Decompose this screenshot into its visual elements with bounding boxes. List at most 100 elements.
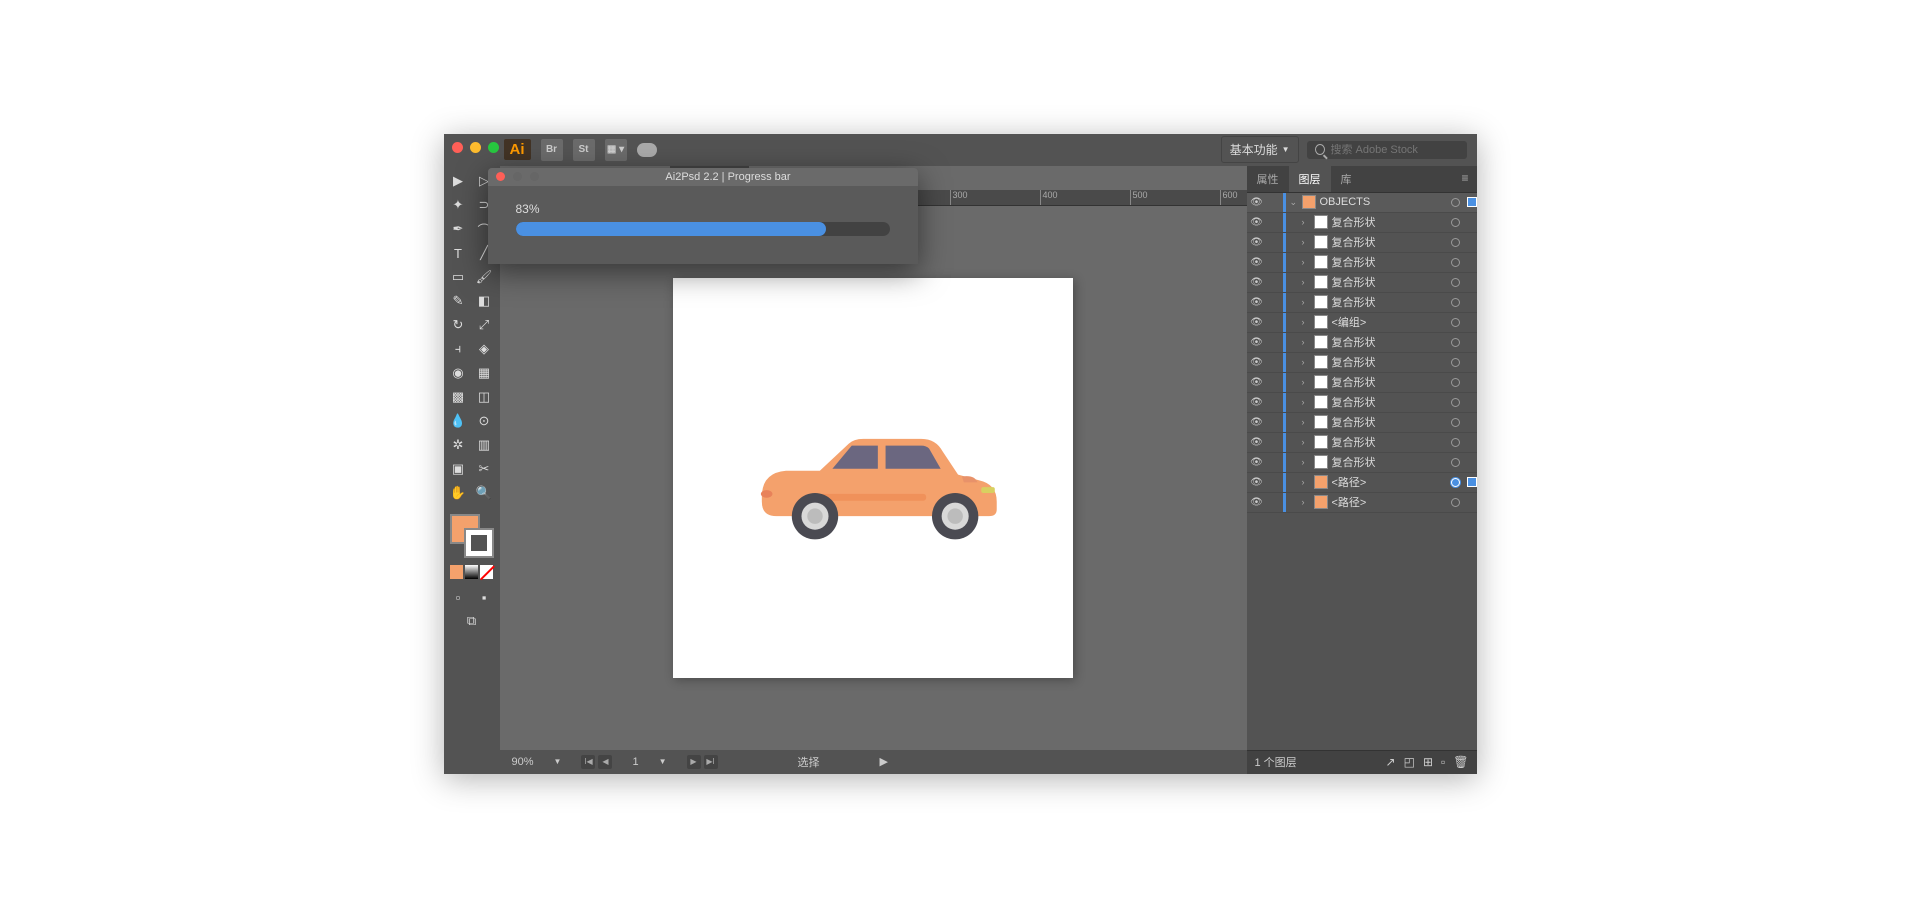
hand-tool[interactable]: ✋ (446, 482, 471, 505)
visibility-icon[interactable]: 👁 (1247, 277, 1267, 288)
type-tool[interactable]: T (446, 242, 471, 265)
tab-layers[interactable]: 图层 (1289, 166, 1331, 192)
expand-arrow-icon[interactable]: › (1302, 337, 1314, 347)
maximize-window-button[interactable] (488, 142, 499, 153)
cloud-sync-icon[interactable] (637, 143, 657, 157)
layer-row[interactable]: 👁›复合形状 (1247, 433, 1477, 453)
stock-search-input[interactable] (1331, 144, 1459, 156)
bridge-icon[interactable]: Br (541, 139, 563, 161)
layer-name[interactable]: OBJECTS (1320, 196, 1451, 208)
layer-name[interactable]: 复合形状 (1332, 334, 1451, 350)
layer-row[interactable]: 👁 › 复合形状 (1247, 253, 1477, 273)
slice-tool[interactable]: ✂ (472, 458, 497, 481)
layer-row-parent[interactable]: 👁 ⌄ OBJECTS (1247, 193, 1477, 213)
none-mode-icon[interactable] (480, 565, 493, 579)
visibility-icon[interactable]: 👁 (1247, 257, 1267, 268)
visibility-icon[interactable]: 👁 (1247, 377, 1267, 388)
visibility-icon[interactable]: 👁 (1247, 317, 1267, 328)
dialog-close-button[interactable] (496, 172, 505, 181)
screen-mode-full[interactable]: ▪ (472, 586, 497, 609)
selection-tool[interactable]: ▶ (446, 170, 471, 193)
target-icon[interactable] (1451, 418, 1467, 427)
target-icon[interactable] (1451, 338, 1467, 347)
visibility-icon[interactable]: 👁 (1247, 497, 1267, 508)
visibility-icon[interactable]: 👁 (1247, 337, 1267, 348)
layer-row[interactable]: 👁 › <路径> (1247, 493, 1477, 513)
expand-arrow-icon[interactable]: › (1302, 437, 1314, 447)
new-layer-icon[interactable]: ▫ (1441, 755, 1445, 769)
target-icon[interactable] (1451, 218, 1467, 227)
layer-name[interactable]: 复合形状 (1332, 274, 1451, 290)
expand-arrow-icon[interactable]: › (1302, 317, 1314, 327)
target-icon[interactable] (1451, 398, 1467, 407)
shaper-tool[interactable]: ✎ (446, 290, 471, 313)
tab-properties[interactable]: 属性 (1247, 166, 1289, 192)
layer-row[interactable]: 👁›<路径> (1247, 473, 1477, 493)
visibility-icon[interactable]: 👁 (1247, 457, 1267, 468)
visibility-icon[interactable]: 👁 (1247, 197, 1267, 208)
expand-arrow-icon[interactable]: › (1302, 277, 1314, 287)
zoom-tool[interactable]: 🔍 (472, 482, 497, 505)
color-mode-icon[interactable] (450, 565, 463, 579)
layer-name[interactable]: 复合形状 (1332, 374, 1451, 390)
eraser-tool[interactable]: ◧ (472, 290, 497, 313)
layer-row[interactable]: 👁 › <编组> (1247, 313, 1477, 333)
tab-libraries[interactable]: 库 (1331, 166, 1362, 192)
canvas-viewport[interactable] (500, 206, 1247, 750)
layer-name[interactable]: 复合形状 (1332, 414, 1451, 430)
fill-stroke-swatch[interactable] (446, 514, 498, 562)
expand-arrow-icon[interactable]: › (1302, 377, 1314, 387)
expand-arrow-icon[interactable]: › (1302, 497, 1314, 507)
stock-search[interactable] (1307, 141, 1467, 159)
workspace-selector[interactable]: 基本功能 ▼ (1221, 136, 1299, 163)
collapse-arrow-icon[interactable]: ⌄ (1290, 197, 1302, 208)
layer-row[interactable]: 👁 › 复合形状 (1247, 333, 1477, 353)
screen-mode-normal[interactable]: ▫ (446, 586, 471, 609)
panel-menu-icon[interactable]: ≡ (1453, 166, 1476, 192)
target-icon[interactable] (1451, 238, 1467, 247)
expand-arrow-icon[interactable]: › (1302, 357, 1314, 367)
graph-tool[interactable]: ▥ (472, 434, 497, 457)
mesh-tool[interactable]: ▩ (446, 386, 471, 409)
target-icon[interactable] (1451, 358, 1467, 367)
layer-row[interactable]: 👁›复合形状 (1247, 453, 1477, 473)
paintbrush-tool[interactable]: 🖌 (472, 266, 497, 289)
perspective-tool[interactable]: ▦ (472, 362, 497, 385)
delete-layer-icon[interactable]: 🗑 (1453, 755, 1468, 769)
expand-arrow-icon[interactable]: › (1302, 477, 1314, 487)
width-tool[interactable]: ⫞ (446, 338, 471, 361)
layer-name[interactable]: 复合形状 (1332, 214, 1451, 230)
layer-name[interactable]: 复合形状 (1332, 434, 1451, 450)
make-clipping-mask-icon[interactable]: ◰ (1404, 755, 1415, 769)
target-icon[interactable] (1451, 438, 1467, 447)
target-icon[interactable] (1451, 258, 1467, 267)
target-icon[interactable] (1451, 378, 1467, 387)
target-icon[interactable] (1451, 498, 1467, 507)
pen-tool[interactable]: ✒ (446, 218, 471, 241)
expand-arrow-icon[interactable]: › (1302, 257, 1314, 267)
layer-name[interactable]: 复合形状 (1332, 254, 1451, 270)
shape-builder-tool[interactable]: ◉ (446, 362, 471, 385)
progress-titlebar[interactable]: Ai2Psd 2.2 | Progress bar (488, 168, 918, 186)
visibility-icon[interactable]: 👁 (1247, 477, 1267, 488)
first-artboard-button[interactable]: I◀ (581, 755, 595, 769)
layer-row[interactable]: 👁›复合形状 (1247, 393, 1477, 413)
prev-artboard-button[interactable]: ◀ (598, 755, 612, 769)
layer-row[interactable]: 👁›复合形状 (1247, 233, 1477, 253)
locate-object-icon[interactable]: ↗ (1386, 755, 1396, 769)
layer-name[interactable]: <编组> (1332, 314, 1451, 330)
minimize-window-button[interactable] (470, 142, 481, 153)
layer-name[interactable]: <路径> (1332, 494, 1451, 510)
screen-mode-toggle[interactable]: ⧉ (446, 610, 498, 633)
layer-row[interactable]: 👁 › 复合形状 (1247, 353, 1477, 373)
target-icon[interactable] (1451, 318, 1467, 327)
visibility-icon[interactable]: 👁 (1247, 357, 1267, 368)
next-artboard-button[interactable]: ▶ (687, 755, 701, 769)
expand-arrow-icon[interactable]: › (1302, 297, 1314, 307)
target-icon[interactable] (1451, 298, 1467, 307)
gradient-mode-icon[interactable] (465, 565, 478, 579)
target-icon[interactable] (1451, 198, 1467, 207)
layer-row[interactable]: 👁›复合形状 (1247, 413, 1477, 433)
stroke-swatch[interactable] (464, 528, 494, 558)
layer-name[interactable]: 复合形状 (1332, 354, 1451, 370)
